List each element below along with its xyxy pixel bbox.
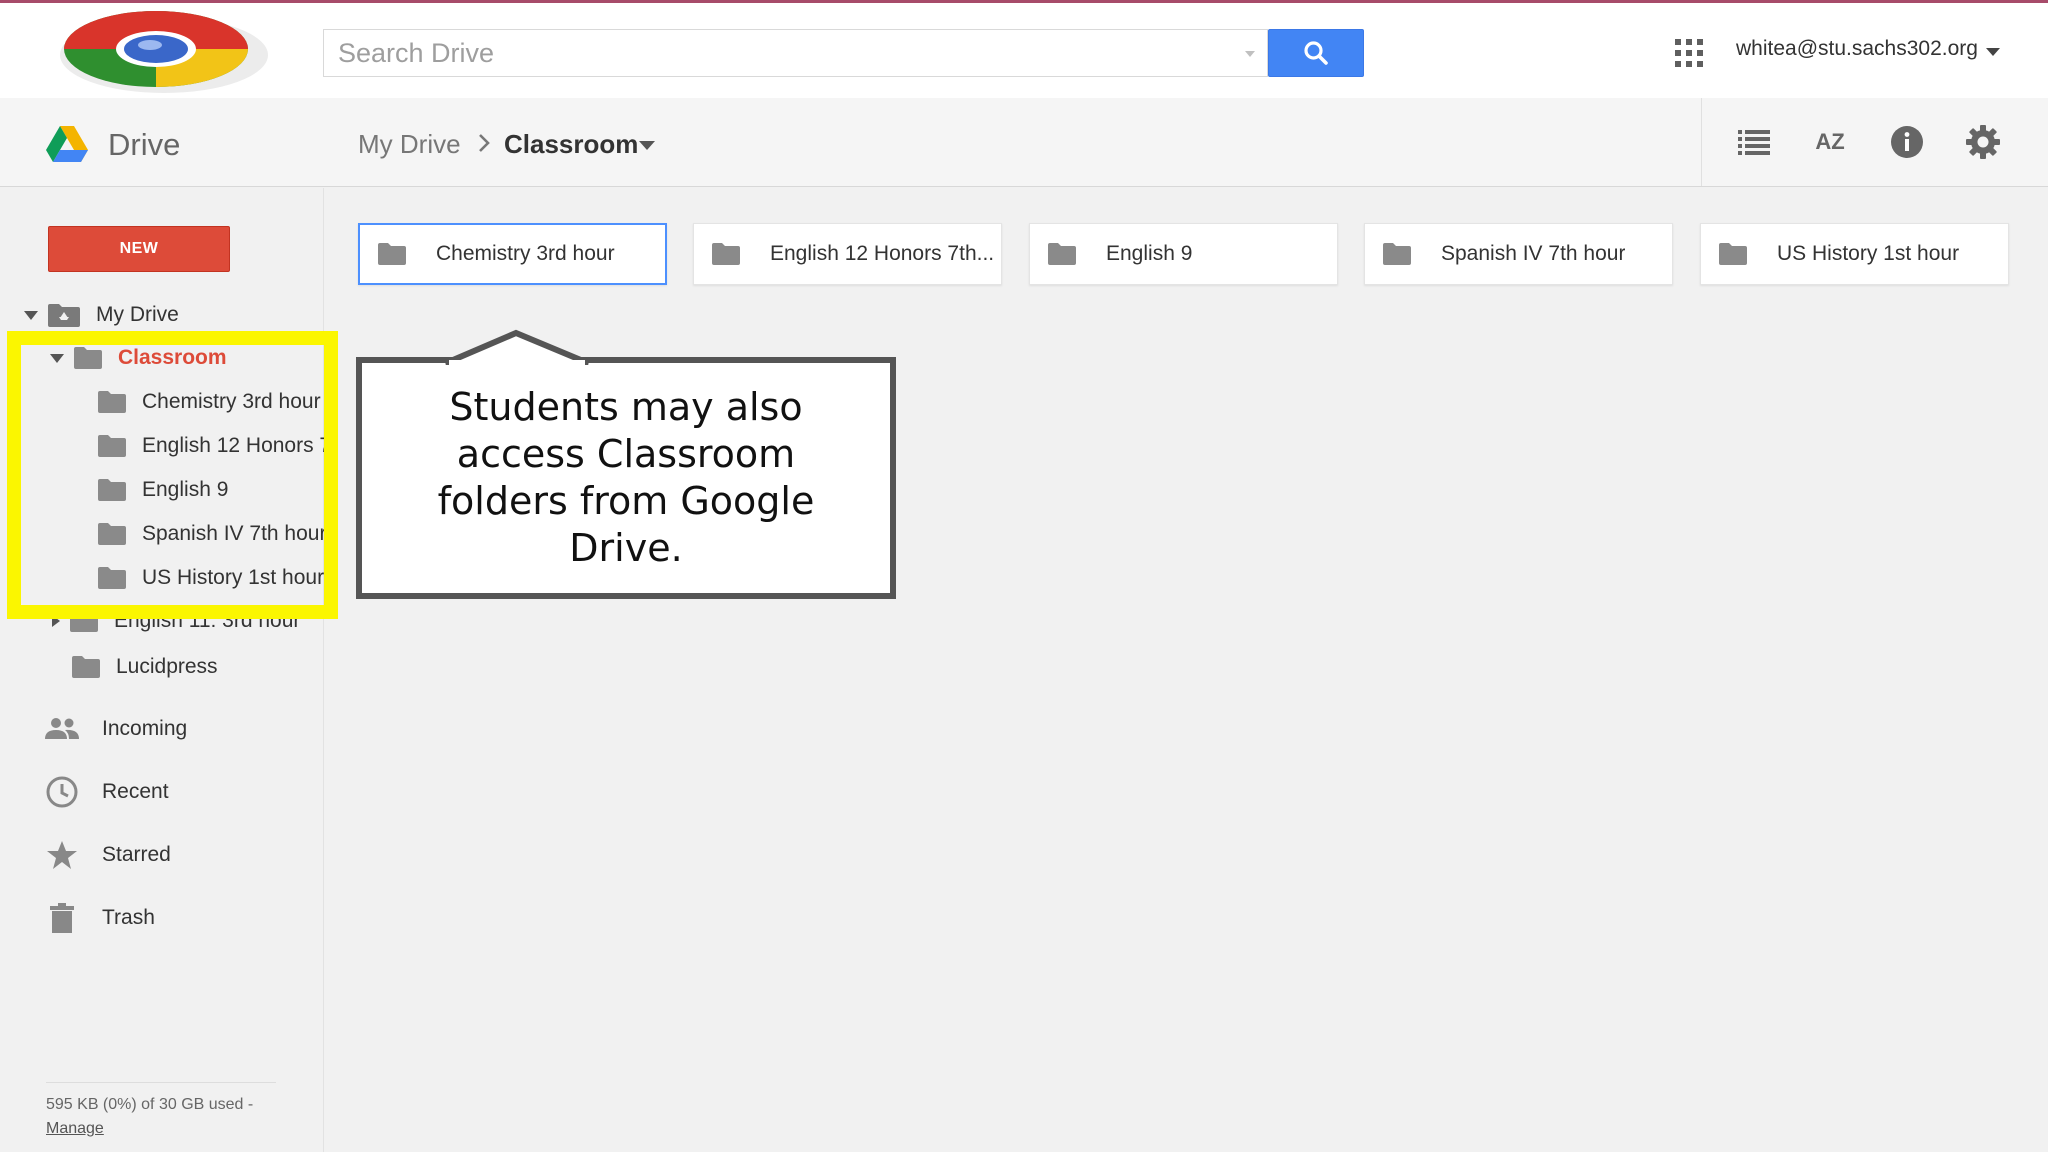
folder-card-spanish-iv[interactable]: Spanish IV 7th hour [1364,223,1673,285]
folder-card-label: Spanish IV 7th hour [1441,242,1626,265]
folder-card-label: US History 1st hour [1777,242,1960,265]
nav-recent[interactable]: Recent [44,772,169,812]
account-email[interactable]: whitea@stu.sachs302.org [1736,37,1978,61]
nav-label: Starred [102,843,171,866]
folder-card-us-history[interactable]: US History 1st hour [1700,223,2009,285]
tree-item-lucidpress[interactable]: Lucidpress [72,649,218,685]
search-button[interactable] [1268,29,1364,77]
nav-label: Trash [102,906,155,929]
drive-logo-icon [46,126,88,162]
folder-card-chemistry[interactable]: Chemistry 3rd hour [358,223,667,285]
tree-item-label: Lucidpress [116,655,218,678]
breadcrumb-current[interactable]: Classroom [504,129,638,160]
my-drive-folder-icon [48,304,80,327]
manage-storage-link[interactable]: Manage [46,1120,104,1138]
nav-incoming[interactable]: Incoming [44,709,187,749]
folder-icon [72,656,100,678]
search-icon [1304,41,1328,65]
toolbar-divider [1701,98,1702,186]
breadcrumb-my-drive[interactable]: My Drive [358,129,461,160]
storage-divider [46,1082,276,1083]
list-view-button[interactable] [1734,122,1774,162]
nav-label: Recent [102,780,169,803]
search-box [323,29,1268,77]
folder-card-label: English 9 [1106,242,1193,265]
folder-icon [378,243,406,265]
details-button[interactable] [1887,122,1927,162]
chevron-right-icon [479,134,490,152]
annotation-highlight-box [7,331,338,619]
account-caret-icon[interactable] [1986,48,2000,56]
callout-pointer [444,329,590,365]
apps-grid-icon[interactable] [1675,39,1703,67]
drive-toolbar: Drive My Drive Classroom AZ [0,98,2048,187]
chrome-logo-icon [60,11,268,93]
sort-az-icon: AZ [1815,129,1845,154]
gear-icon [1966,125,2000,159]
storage-usage: 595 KB (0%) of 30 GB used - [46,1096,254,1113]
tree-item-label: My Drive [96,303,179,326]
sort-button[interactable]: AZ [1810,122,1850,162]
trash-icon [44,900,80,936]
clock-icon [44,774,80,810]
annotation-callout: Students may also access Classroom folde… [356,357,896,599]
nav-trash[interactable]: Trash [44,898,155,938]
folder-icon [1383,243,1411,265]
callout-text: Students may also access Classroom folde… [437,385,815,570]
expand-arrow-icon[interactable] [24,310,38,320]
people-icon [44,711,80,747]
folder-card-english-9[interactable]: English 9 [1029,223,1338,285]
settings-button[interactable] [1963,122,2003,162]
breadcrumb-dropdown-icon[interactable] [639,141,655,150]
folder-card-english-12[interactable]: English 12 Honors 7th... [693,223,1002,285]
info-icon [1891,126,1923,158]
nav-starred[interactable]: Starred [44,835,171,875]
search-options-dropdown-icon[interactable] [1239,44,1261,62]
top-header: whitea@stu.sachs302.org [0,0,2048,98]
new-button[interactable]: NEW [48,226,230,272]
nav-label: Incoming [102,717,188,740]
folder-icon [1048,243,1076,265]
list-view-icon [1738,130,1770,155]
tree-item-my-drive[interactable]: My Drive [24,297,179,333]
folder-icon [712,243,740,265]
folder-card-label: English 12 Honors 7th... [770,242,995,265]
search-input[interactable] [324,30,1229,76]
app-title[interactable]: Drive [108,127,180,163]
folder-icon [1719,243,1747,265]
folder-card-label: Chemistry 3rd hour [436,242,615,265]
star-icon [44,837,80,873]
